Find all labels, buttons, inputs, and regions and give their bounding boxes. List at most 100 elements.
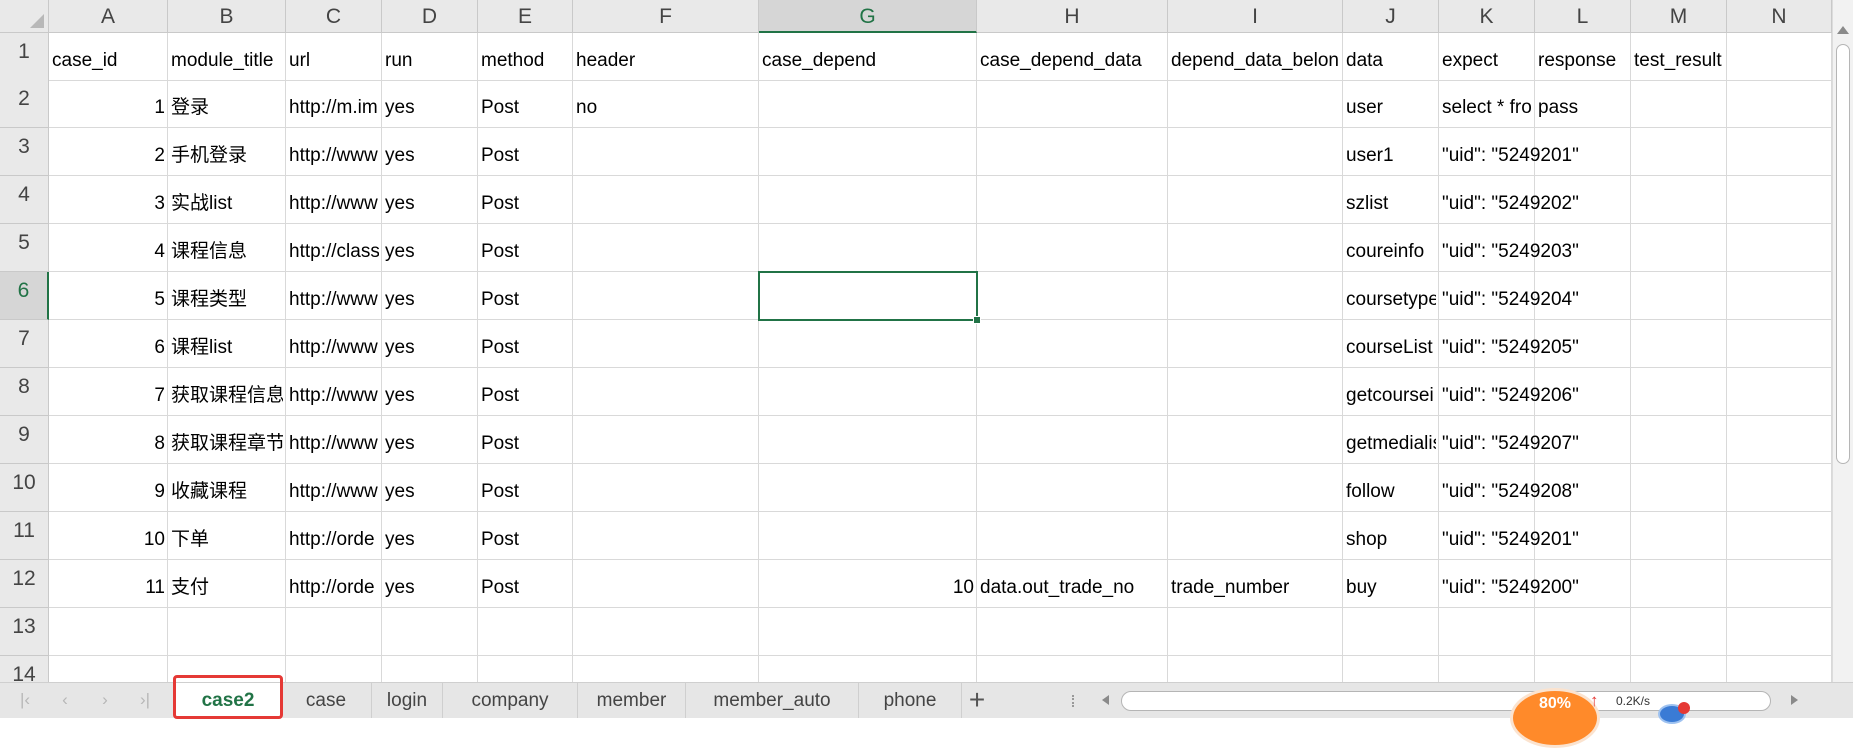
fill-handle[interactable] — [973, 316, 981, 324]
cell-b1[interactable]: module_title — [171, 49, 283, 73]
column-header-f[interactable]: F — [573, 0, 759, 33]
cell-d8[interactable]: yes — [385, 384, 475, 408]
column-header-l[interactable]: L — [1535, 0, 1631, 33]
cell-a11[interactable]: 10 — [52, 528, 165, 552]
cell-c8[interactable]: http://www — [289, 384, 379, 408]
sheet-tab-member[interactable]: member — [578, 683, 686, 718]
cell-a6[interactable]: 5 — [52, 288, 165, 312]
tab-splitter-handle[interactable] — [1072, 695, 1078, 707]
cell-d11[interactable]: yes — [385, 528, 475, 552]
cell-c5[interactable]: http://class — [289, 240, 379, 264]
column-header-n[interactable]: N — [1727, 0, 1832, 33]
cell-k12[interactable]: "uid": "5249200" — [1442, 576, 1829, 600]
row-header-3[interactable]: 3 — [0, 128, 49, 176]
cell-h1[interactable]: case_depend_data — [980, 49, 1165, 73]
sheet-tab-login[interactable]: login — [372, 683, 443, 718]
cell-d5[interactable]: yes — [385, 240, 475, 264]
network-speed-widget[interactable]: 80% ↑ 0.2K/s — [1510, 688, 1695, 748]
select-all-corner[interactable] — [0, 0, 49, 33]
cell-k2[interactable]: select * fro — [1442, 96, 1532, 120]
cell-j9[interactable]: getmedialis — [1346, 432, 1436, 456]
cell-a8[interactable]: 7 — [52, 384, 165, 408]
cell-k4[interactable]: "uid": "5249202" — [1442, 192, 1829, 216]
cell-e11[interactable]: Post — [481, 528, 1340, 552]
cell-j6[interactable]: coursetype — [1346, 288, 1436, 312]
column-header-m[interactable]: M — [1631, 0, 1727, 33]
cell-a3[interactable]: 2 — [52, 144, 165, 168]
cell-k9[interactable]: "uid": "5249207" — [1442, 432, 1829, 456]
vertical-scrollbar[interactable] — [1832, 0, 1853, 682]
row-header-4[interactable]: 4 — [0, 176, 49, 224]
row-header-5[interactable]: 5 — [0, 224, 49, 272]
cell-l1[interactable]: response — [1538, 49, 1628, 73]
cell-j4[interactable]: szlist — [1346, 192, 1436, 216]
column-header-k[interactable]: K — [1439, 0, 1535, 33]
row-header-12[interactable]: 12 — [0, 560, 49, 608]
cell-a10[interactable]: 9 — [52, 480, 165, 504]
column-header-g[interactable]: G — [759, 0, 977, 33]
cell-k5[interactable]: "uid": "5249203" — [1442, 240, 1829, 264]
cell-j10[interactable]: follow — [1346, 480, 1436, 504]
cell-a9[interactable]: 8 — [52, 432, 165, 456]
column-header-a[interactable]: A — [49, 0, 168, 33]
cell-j11[interactable]: shop — [1346, 528, 1436, 552]
cell-d3[interactable]: yes — [385, 144, 475, 168]
cell-g12[interactable]: 10 — [762, 576, 974, 600]
cell-j2[interactable]: user — [1346, 96, 1436, 120]
cell-c4[interactable]: http://www — [289, 192, 379, 216]
cell-j3[interactable]: user1 — [1346, 144, 1436, 168]
cell-a5[interactable]: 4 — [52, 240, 165, 264]
cell-d9[interactable]: yes — [385, 432, 475, 456]
row-header-13[interactable]: 13 — [0, 608, 49, 656]
cell-e5[interactable]: Post — [481, 240, 1340, 264]
cell-k3[interactable]: "uid": "5249201" — [1442, 144, 1829, 168]
cell-b3[interactable]: 手机登录 — [171, 144, 283, 168]
cell-d12[interactable]: yes — [385, 576, 475, 600]
row-header-2[interactable]: 2 — [0, 80, 49, 128]
cell-c2[interactable]: http://m.im — [289, 96, 379, 120]
next-sheet-icon[interactable]: › — [94, 689, 116, 711]
row-header-6[interactable]: 6 — [0, 272, 49, 320]
cell-b12[interactable]: 支付 — [171, 576, 283, 600]
cell-c7[interactable]: http://www — [289, 336, 379, 360]
cell-k10[interactable]: "uid": "5249208" — [1442, 480, 1829, 504]
row-header-11[interactable]: 11 — [0, 512, 49, 560]
cell-e8[interactable]: Post — [481, 384, 1340, 408]
sheet-tab-case[interactable]: case — [281, 683, 372, 718]
cell-j7[interactable]: courseList — [1346, 336, 1436, 360]
last-sheet-icon[interactable]: ›| — [134, 689, 156, 711]
column-header-i[interactable]: I — [1168, 0, 1343, 33]
cell-e4[interactable]: Post — [481, 192, 1340, 216]
cell-d10[interactable]: yes — [385, 480, 475, 504]
cell-c3[interactable]: http://www — [289, 144, 379, 168]
cell-e2[interactable]: Post — [481, 96, 570, 120]
column-header-h[interactable]: H — [977, 0, 1168, 33]
cell-d7[interactable]: yes — [385, 336, 475, 360]
row-header-7[interactable]: 7 — [0, 320, 49, 368]
cell-b2[interactable]: 登录 — [171, 96, 283, 120]
spreadsheet-grid[interactable]: A B C D E F G H I J K L M N 1 2 3 4 5 6 7 8 9 10 11 12 13 14 case_id… — [0, 0, 1832, 682]
cell-e12[interactable]: Post — [481, 576, 756, 600]
column-header-j[interactable]: J — [1343, 0, 1439, 33]
cell-h12[interactable]: data.out_trade_no — [980, 576, 1165, 600]
row-header-10[interactable]: 10 — [0, 464, 49, 512]
cell-k8[interactable]: "uid": "5249206" — [1442, 384, 1829, 408]
cell-j5[interactable]: coureinfo — [1346, 240, 1436, 264]
cell-b10[interactable]: 收藏课程 — [171, 480, 283, 504]
row-header-1[interactable]: 1 — [0, 33, 49, 81]
vertical-scroll-thumb[interactable] — [1836, 44, 1850, 464]
first-sheet-icon[interactable]: |‹ — [14, 689, 36, 711]
cell-e3[interactable]: Post — [481, 144, 1340, 168]
cell-g1[interactable]: case_depend — [762, 49, 974, 73]
column-header-d[interactable]: D — [382, 0, 478, 33]
prev-sheet-icon[interactable]: ‹ — [54, 689, 76, 711]
cell-b7[interactable]: 课程list — [171, 336, 283, 360]
cell-c11[interactable]: http://orde — [289, 528, 379, 552]
column-header-b[interactable]: B — [168, 0, 286, 33]
cell-c1[interactable]: url — [289, 49, 379, 73]
cell-e9[interactable]: Post — [481, 432, 1340, 456]
cell-j1[interactable]: data — [1346, 49, 1436, 73]
horizontal-scrollbar[interactable] — [1093, 683, 1853, 718]
cell-e7[interactable]: Post — [481, 336, 1340, 360]
cell-e10[interactable]: Post — [481, 480, 1340, 504]
